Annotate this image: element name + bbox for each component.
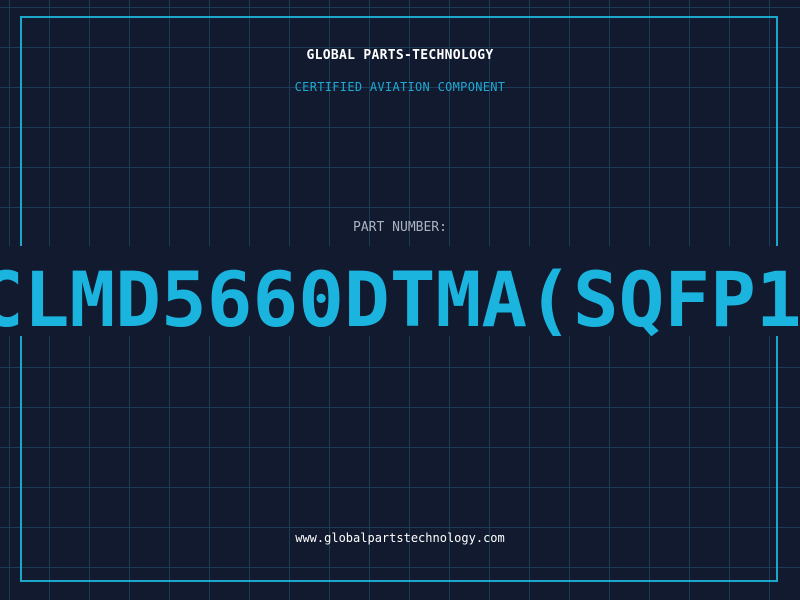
certificate-page: GLOBAL PARTS-TECHNOLOGY CERTIFIED AVIATI… — [0, 0, 800, 600]
company-name: GLOBAL PARTS-TECHNOLOGY — [306, 48, 494, 63]
website-url[interactable]: www.globalpartstechnology.com — [0, 531, 800, 545]
certification-subtitle: CERTIFIED AVIATION COMPONENT — [294, 80, 506, 94]
part-number-band: CLMD5660DTMA(SQFP12 — [0, 246, 800, 336]
part-number-value: CLMD5660DTMA(SQFP12 — [0, 255, 800, 337]
part-number-label: PART NUMBER: — [353, 220, 447, 235]
